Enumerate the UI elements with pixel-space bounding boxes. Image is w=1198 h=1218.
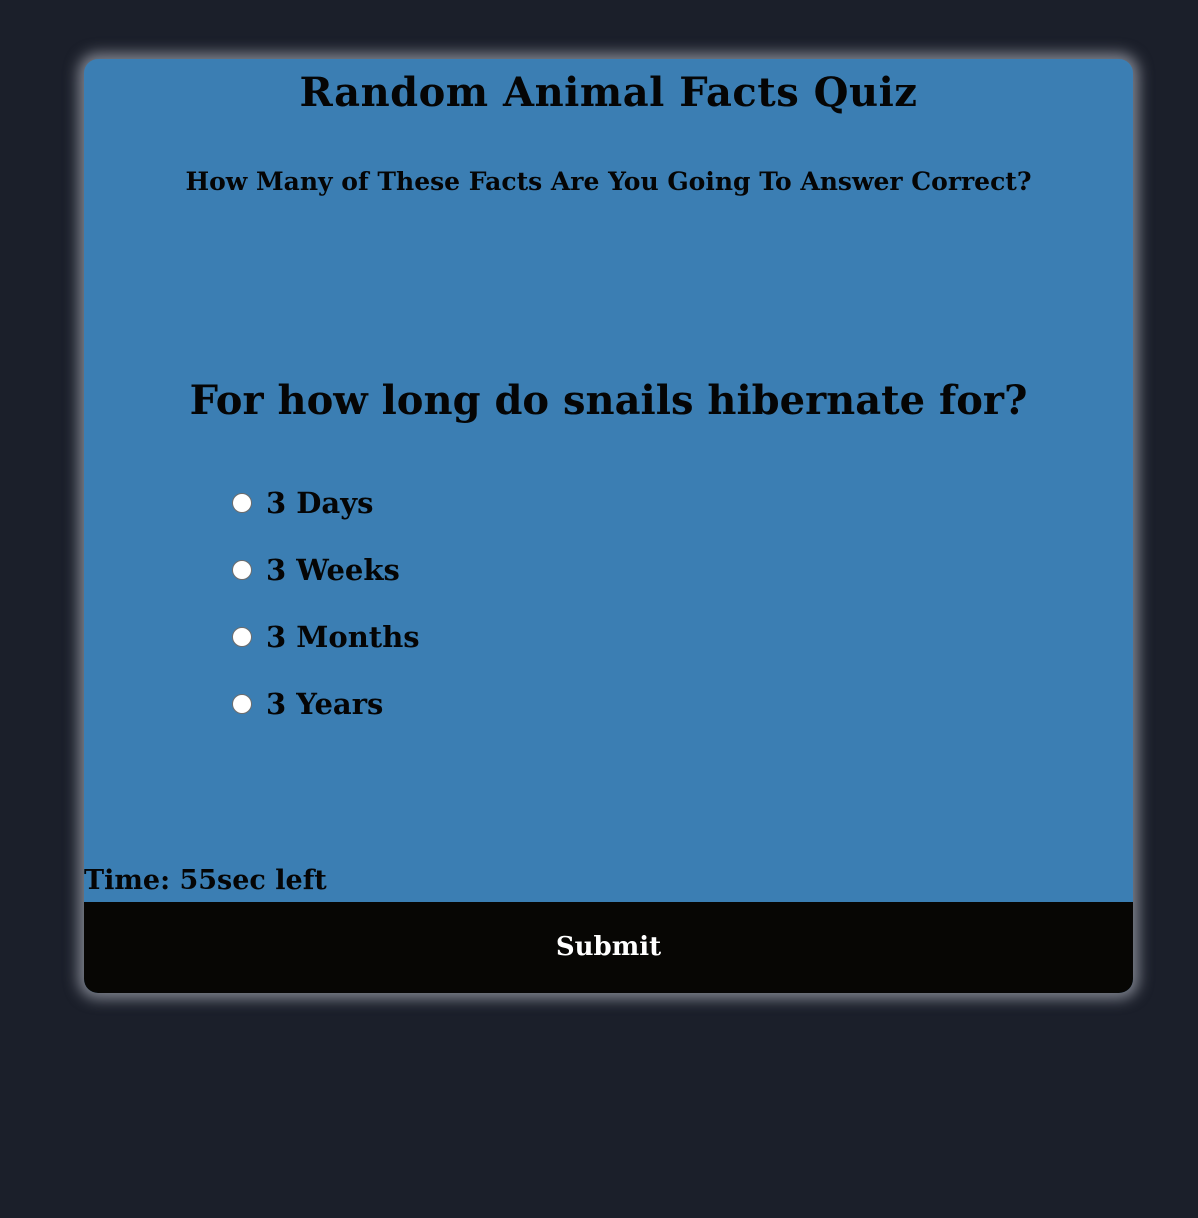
radio-button[interactable] xyxy=(232,560,252,580)
radio-button[interactable] xyxy=(232,694,252,714)
radio-button[interactable] xyxy=(232,493,252,513)
answer-options: 3 Days 3 Weeks 3 Months 3 Years xyxy=(232,481,420,749)
answer-option-3-weeks[interactable]: 3 Weeks xyxy=(232,548,420,592)
quiz-card: Random Animal Facts Quiz How Many of The… xyxy=(84,59,1133,993)
quiz-title: Random Animal Facts Quiz xyxy=(299,69,918,116)
answer-label: 3 Years xyxy=(266,687,384,721)
radio-button[interactable] xyxy=(232,627,252,647)
submit-button[interactable]: Submit xyxy=(84,902,1133,993)
answer-label: 3 Weeks xyxy=(266,553,400,587)
answer-label: 3 Months xyxy=(266,620,420,654)
timer-text: Time: 55sec left xyxy=(84,865,327,896)
answer-option-3-months[interactable]: 3 Months xyxy=(232,615,420,659)
answer-label: 3 Days xyxy=(266,486,374,520)
answer-option-3-days[interactable]: 3 Days xyxy=(232,481,420,525)
question-text: For how long do snails hibernate for? xyxy=(189,377,1028,424)
answer-option-3-years[interactable]: 3 Years xyxy=(232,682,420,726)
quiz-subtitle: How Many of These Facts Are You Going To… xyxy=(185,167,1032,196)
